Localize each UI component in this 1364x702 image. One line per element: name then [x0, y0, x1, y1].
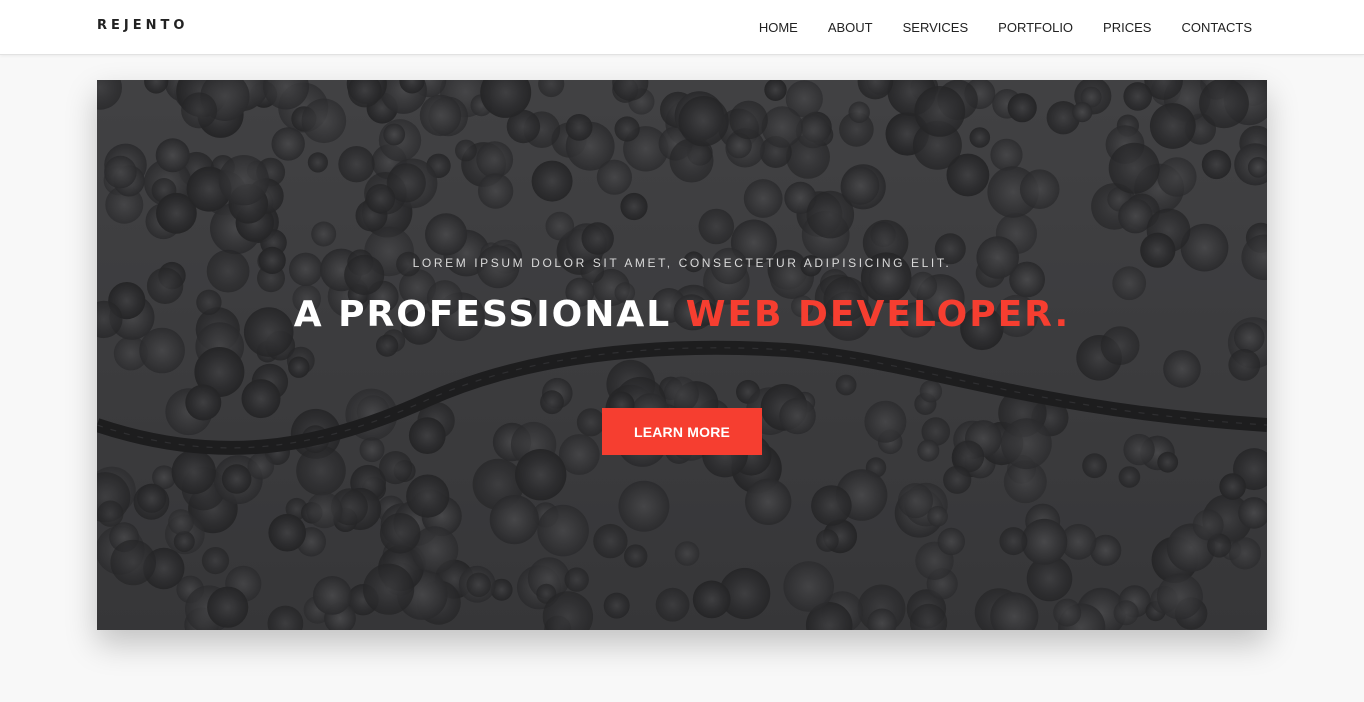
hero-banner: LOREM IPSUM DOLOR SIT AMET, CONSECTETUR … — [97, 80, 1267, 630]
nav-item-home: HOME — [744, 0, 813, 55]
hero-tagline: LOREM IPSUM DOLOR SIT AMET, CONSECTETUR … — [412, 256, 952, 270]
nav-link-about[interactable]: ABOUT — [813, 0, 888, 55]
headline-accent: WEB DEVELOPER. — [685, 294, 1071, 335]
brand-logo[interactable]: REJENTO — [97, 18, 188, 33]
headline-main: A PROFESSIONAL — [293, 294, 672, 335]
nav-item-contacts: CONTACTS — [1166, 0, 1252, 55]
hero-content: LOREM IPSUM DOLOR SIT AMET, CONSECTETUR … — [97, 80, 1267, 630]
nav-item-services: SERVICES — [888, 0, 984, 55]
learn-more-button[interactable]: LEARN MORE — [602, 408, 762, 455]
nav-item-prices: PRICES — [1088, 0, 1166, 55]
hero-headline: A PROFESSIONAL WEB DEVELOPER. — [97, 294, 1267, 335]
nav-link-prices[interactable]: PRICES — [1088, 0, 1166, 55]
nav-link-services[interactable]: SERVICES — [888, 0, 984, 55]
nav-item-portfolio: PORTFOLIO — [983, 0, 1088, 55]
nav-link-portfolio[interactable]: PORTFOLIO — [983, 0, 1088, 55]
top-navbar: REJENTO HOME ABOUT SERVICES PORTFOLIO PR… — [0, 0, 1364, 55]
nav-item-about: ABOUT — [813, 0, 888, 55]
nav-link-contacts[interactable]: CONTACTS — [1166, 0, 1252, 55]
nav-link-home[interactable]: HOME — [744, 0, 813, 55]
main-nav: HOME ABOUT SERVICES PORTFOLIO PRICES CON… — [744, 0, 1252, 55]
